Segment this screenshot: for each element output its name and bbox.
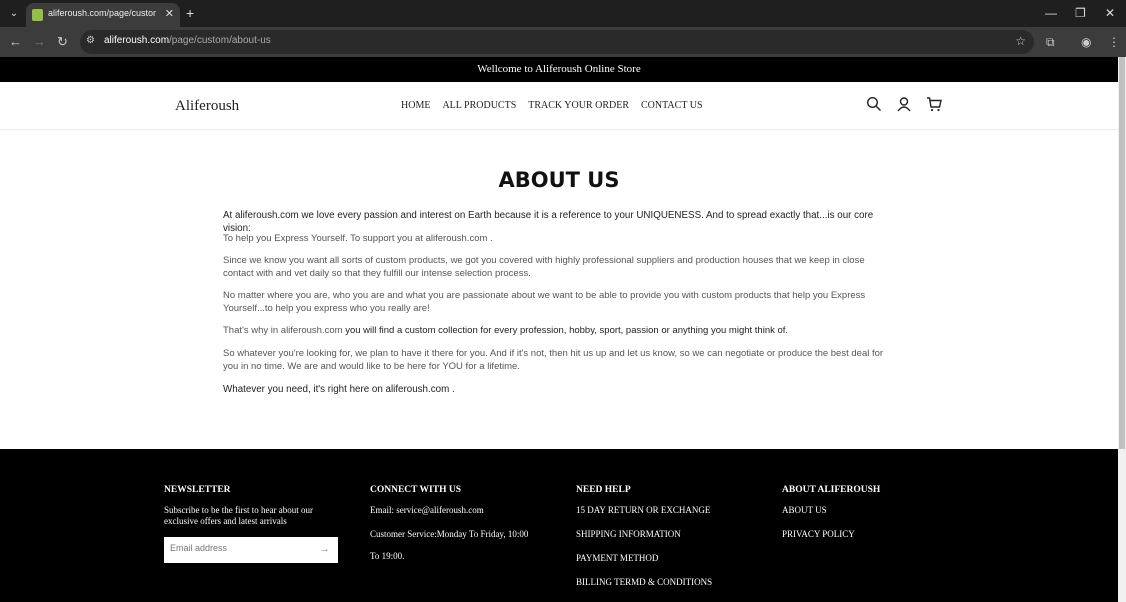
header-icons	[866, 96, 942, 112]
about-paragraph-5: That's why in aliferoush.com you will fi…	[223, 324, 893, 337]
new-tab-icon[interactable]: +	[186, 5, 194, 21]
help-return-link[interactable]: 15 DAY RETURN OR EXCHANGE	[576, 505, 712, 515]
about-paragraph-3: Since we know you want all sorts of cust…	[223, 255, 865, 279]
about-p5-strong: you will find a custom collection for ev…	[345, 325, 789, 336]
help-billing-link[interactable]: BILLING TERMD & CONDITIONS	[576, 577, 712, 587]
newsletter-email-box: →	[164, 537, 338, 563]
submit-arrow-icon[interactable]: →	[319, 543, 330, 555]
about-paragraph-2: To help you Express Yourself. To support…	[223, 233, 493, 244]
url-path: /page/custom/about-us	[169, 35, 271, 46]
close-window-icon[interactable]: ✕	[1105, 6, 1115, 20]
profile-icon[interactable]: ◉	[1081, 35, 1091, 49]
omnibox[interactable]: ⚙ aliferoush.com/page/custom/about-us ☆	[80, 30, 1034, 54]
about-us-link[interactable]: ABOUT US	[782, 505, 880, 515]
reload-icon[interactable]: ↻	[57, 34, 68, 50]
announcement-bar: Wellcome to Aliferoush Online Store	[0, 57, 1118, 82]
bookmark-star-icon[interactable]: ☆	[1015, 34, 1026, 48]
site-info-icon[interactable]: ⚙	[86, 35, 95, 46]
browser-tab-bar: ⌄ aliferoush.com/page/custom/ab ✕ + — ❐ …	[0, 0, 1126, 27]
url-domain: aliferoush.com	[104, 35, 170, 46]
address-bar-row: ← → ↻ ⚙ aliferoush.com/page/custom/about…	[0, 27, 1126, 57]
about-heading: ABOUT ALIFEROUSH	[782, 485, 881, 495]
help-heading: NEED HELP	[576, 485, 631, 495]
page-scrollbar[interactable]	[1118, 57, 1126, 602]
about-p5-prefix: That's why in aliferoush.com	[223, 325, 346, 336]
web-page: Wellcome to Aliferoush Online Store Alif…	[0, 57, 1118, 602]
help-shipping-link[interactable]: SHIPPING INFORMATION	[576, 529, 712, 539]
close-tab-icon[interactable]: ✕	[165, 7, 174, 20]
newsletter-text: Subscribe to be the first to hear about …	[164, 505, 313, 526]
newsletter-email-input[interactable]	[170, 543, 310, 553]
site-header: Aliferoush HOME ALL PRODUCTS TRACK YOUR …	[0, 82, 1118, 130]
forward-icon[interactable]: →	[33, 34, 46, 49]
nav-track-order[interactable]: TRACK YOUR ORDER	[528, 100, 629, 111]
account-icon[interactable]	[896, 96, 912, 112]
about-paragraph-6: So whatever you're looking for, we plan …	[223, 348, 884, 372]
site-footer: NEWSLETTER Subscribe to be the first to …	[0, 449, 1118, 602]
privacy-policy-link[interactable]: PRIVACY POLICY	[782, 529, 880, 539]
nav-contact-us[interactable]: CONTACT US	[641, 100, 703, 111]
newsletter-heading: NEWSLETTER	[164, 485, 231, 495]
footer-newsletter: NEWSLETTER Subscribe to be the first to …	[164, 485, 339, 563]
main-nav: HOME ALL PRODUCTS TRACK YOUR ORDER CONTA…	[401, 100, 703, 111]
about-paragraph-7: Whatever you need, it's right here on al…	[223, 384, 455, 395]
site-logo[interactable]: Aliferoush	[175, 98, 239, 115]
extensions-icon[interactable]: ⧉	[1046, 35, 1055, 50]
nav-home[interactable]: HOME	[401, 100, 430, 111]
minimize-icon[interactable]: —	[1045, 6, 1057, 20]
connect-service-hours: Customer Service:Monday To Friday, 10:00	[370, 529, 529, 539]
about-content: ABOUT US At aliferoush.com we love every…	[0, 130, 1118, 448]
about-paragraph-4: No matter where you are, who you are and…	[223, 290, 866, 314]
back-icon[interactable]: ←	[9, 34, 22, 49]
tab-search-icon[interactable]: ⌄	[6, 6, 22, 22]
footer-connect: CONNECT WITH US Email: service@aliferous…	[370, 485, 528, 575]
connect-email: Email: service@aliferoush.com	[370, 505, 484, 515]
connect-heading: CONNECT WITH US	[370, 485, 461, 495]
footer-about: ABOUT ALIFEROUSH ABOUT US PRIVACY POLICY	[782, 485, 880, 553]
footer-help: NEED HELP 15 DAY RETURN OR EXCHANGE SHIP…	[576, 485, 712, 601]
help-payment-link[interactable]: PAYMENT METHOD	[576, 553, 712, 563]
page-title: ABOUT US	[498, 168, 620, 192]
connect-service-hours-end: To 19:00.	[370, 551, 405, 561]
browser-menu-icon[interactable]: ⋮	[1108, 35, 1120, 49]
scrollbar-thumb[interactable]	[1119, 57, 1125, 449]
search-icon[interactable]	[866, 96, 882, 112]
tab-title: aliferoush.com/page/custom/ab	[48, 8, 156, 18]
url-text[interactable]: aliferoush.com/page/custom/about-us	[104, 35, 271, 46]
cart-icon[interactable]	[926, 96, 942, 112]
browser-tab[interactable]: aliferoush.com/page/custom/ab ✕	[26, 3, 180, 27]
restore-icon[interactable]: ❐	[1075, 6, 1086, 20]
shopify-favicon-icon	[32, 9, 43, 21]
nav-all-products[interactable]: ALL PRODUCTS	[442, 100, 516, 111]
